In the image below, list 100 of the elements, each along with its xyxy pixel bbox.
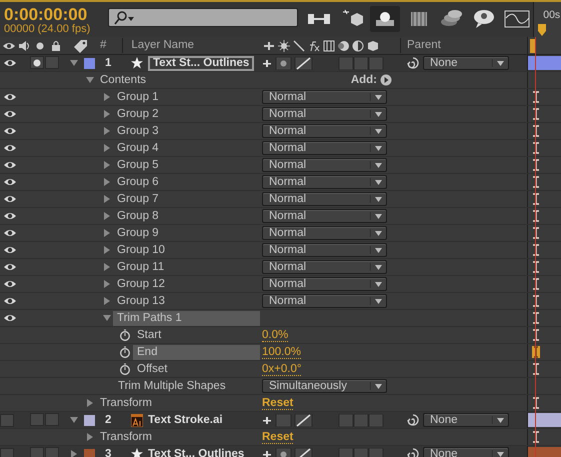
property-value[interactable]: 0x+0.0° — [262, 362, 302, 376]
lock-toggle[interactable] — [45, 56, 59, 69]
reset-link[interactable]: Reset — [262, 430, 294, 444]
blend-mode-dropdown[interactable]: Normal — [262, 260, 387, 274]
group-name[interactable]: Group 9 — [117, 226, 159, 240]
frame-count: 00000 (24.00 fps) — [3, 23, 92, 35]
blend-mode-dropdown[interactable]: Normal — [262, 294, 387, 308]
layer-switches[interactable] — [261, 448, 315, 457]
eye-icon[interactable] — [3, 296, 17, 306]
disclosure-arrow[interactable] — [84, 75, 96, 85]
add-menu-icon[interactable] — [380, 74, 392, 86]
group-name[interactable]: Group 12 — [117, 276, 165, 292]
label-color-swatch[interactable] — [84, 448, 95, 457]
reset-link[interactable]: Reset — [262, 396, 294, 410]
label-color-swatch[interactable] — [84, 58, 95, 68]
solo-toggle[interactable] — [30, 413, 44, 426]
timecode[interactable]: 0:00:00:00 — [0, 2, 100, 23]
group-name[interactable]: Group 8 — [117, 208, 159, 224]
layer-name[interactable]: Text St... Outlines — [148, 56, 254, 70]
playhead-handle[interactable] — [537, 23, 548, 37]
disclosure-arrow[interactable] — [68, 415, 80, 425]
group-name[interactable]: Group 10 — [117, 242, 165, 258]
blend-mode-dropdown[interactable]: Normal — [262, 226, 387, 240]
property-name[interactable]: Trim Multiple Shapes — [118, 378, 226, 394]
group-name[interactable]: Group 1 — [117, 90, 159, 104]
column-header[interactable]: Layer Name — [122, 38, 194, 53]
property-value[interactable]: 100.0% — [262, 346, 302, 358]
blend-mode-dropdown[interactable]: Normal — [262, 90, 387, 104]
eye-icon[interactable] — [3, 279, 17, 289]
label-color-swatch[interactable] — [84, 414, 95, 426]
pick-whip-icon[interactable] — [407, 414, 419, 426]
parent-dropdown[interactable]: None — [423, 447, 509, 457]
group-name[interactable]: Group 13 — [117, 294, 165, 308]
lock-toggle[interactable] — [45, 413, 59, 426]
blend-mode-dropdown[interactable]: Normal — [262, 124, 387, 138]
layer-switches[interactable] — [261, 56, 315, 70]
parent-dropdown[interactable]: None — [423, 413, 509, 427]
property-name[interactable]: End — [133, 344, 260, 360]
disclosure-arrow[interactable] — [68, 58, 80, 68]
group-name[interactable]: Group 7 — [117, 192, 159, 206]
layer-switches[interactable] — [337, 56, 385, 70]
eye-icon[interactable] — [3, 143, 17, 153]
eye-icon[interactable] — [3, 245, 17, 255]
visibility-toggle[interactable] — [0, 414, 14, 426]
eye-icon[interactable] — [3, 58, 17, 68]
column-header[interactable]: # — [100, 38, 106, 53]
property-name[interactable]: Start — [137, 328, 162, 342]
eye-icon[interactable] — [3, 177, 17, 187]
eye-icon[interactable] — [3, 92, 17, 102]
eye-icon[interactable] — [3, 262, 17, 272]
layer-duration-bar[interactable] — [528, 413, 561, 427]
blend-mode-dropdown[interactable]: Normal — [262, 141, 387, 155]
group-name[interactable]: Group 2 — [117, 106, 159, 122]
blend-mode-dropdown[interactable]: Normal — [262, 192, 387, 206]
blend-mode-dropdown[interactable]: Normal — [262, 175, 387, 189]
eye-icon[interactable] — [3, 160, 17, 170]
stopwatch-icon[interactable] — [119, 363, 131, 375]
group-name[interactable]: Group 11 — [117, 260, 164, 274]
group-name[interactable]: Group 4 — [117, 140, 159, 156]
blend-mode-dropdown[interactable]: Normal — [262, 158, 387, 172]
layer-switches[interactable] — [261, 414, 315, 426]
eye-icon[interactable] — [3, 313, 17, 323]
blend-mode-dropdown[interactable]: Normal — [262, 107, 387, 121]
layer-switches[interactable] — [337, 448, 385, 457]
eye-icon[interactable] — [3, 228, 17, 238]
group-name[interactable]: Group 5 — [117, 158, 159, 172]
eye-icon[interactable] — [3, 126, 17, 136]
solo-dot-icon — [36, 42, 44, 50]
add-label[interactable]: Add: — [350, 72, 377, 88]
blend-mode-dropdown[interactable]: Normal — [262, 277, 387, 291]
property-value[interactable]: 0.0% — [262, 328, 288, 342]
lock-toggle[interactable] — [45, 447, 59, 457]
solo-toggle[interactable] — [30, 447, 44, 457]
stopwatch-icon[interactable] — [119, 346, 131, 358]
eye-icon[interactable] — [3, 211, 17, 221]
visibility-toggle[interactable] — [0, 448, 14, 457]
blend-mode-dropdown[interactable]: Normal — [262, 243, 387, 257]
eye-icon[interactable] — [3, 109, 17, 119]
motion-blur-icon[interactable] — [370, 6, 400, 32]
stopwatch-icon[interactable] — [119, 329, 131, 341]
group-name[interactable]: Group 6 — [117, 174, 159, 190]
solo-toggle[interactable] — [30, 56, 44, 69]
section-name[interactable]: Contents — [100, 72, 146, 88]
layer-switches[interactable] — [337, 414, 385, 426]
operator-name[interactable]: Trim Paths 1 — [113, 310, 260, 326]
layer-name[interactable]: Text St... Outlines — [148, 446, 244, 457]
pick-whip-icon[interactable] — [407, 448, 419, 457]
property-name[interactable]: Offset — [137, 362, 168, 376]
search-field[interactable] — [108, 8, 298, 27]
layer-name[interactable]: Text Stroke.ai — [148, 412, 223, 428]
pick-whip-icon[interactable] — [407, 57, 419, 69]
group-name[interactable]: Group 3 — [117, 124, 159, 138]
parent-dropdown[interactable]: None — [423, 56, 509, 70]
column-header[interactable]: Parent — [400, 38, 441, 53]
trim-mode-dropdown[interactable]: Simultaneously — [262, 379, 387, 393]
blend-mode-dropdown[interactable]: Normal — [262, 209, 387, 223]
group-name[interactable]: Transform — [100, 430, 152, 444]
disclosure-arrow[interactable] — [101, 313, 113, 323]
eye-icon[interactable] — [3, 194, 17, 204]
group-name[interactable]: Transform — [100, 396, 152, 410]
